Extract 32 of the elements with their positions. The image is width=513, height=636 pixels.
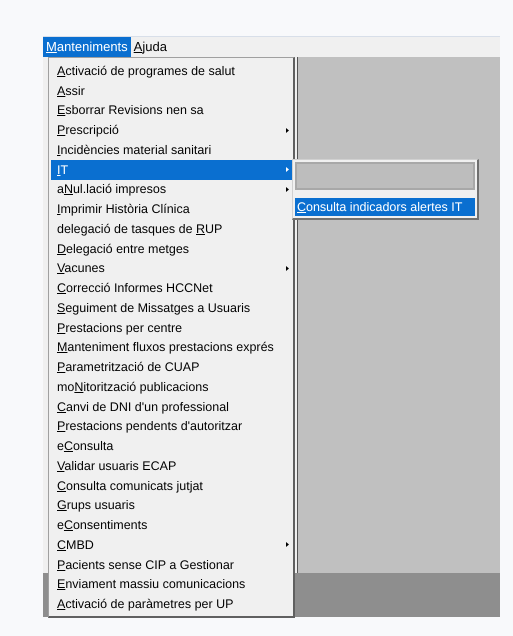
menu-item[interactable]: Parametrització de CUAP (51, 357, 293, 377)
empty-menu-item[interactable] (295, 162, 475, 190)
menu-item[interactable]: IT (51, 160, 293, 180)
menu-item[interactable]: Assir (51, 80, 293, 100)
menu-item[interactable]: Esborrar Revisions nen sa (51, 100, 293, 120)
menu-item[interactable]: Activació de programes de salut (51, 61, 293, 81)
menu-item[interactable]: aNul.lació impresos (51, 180, 293, 200)
menu-item[interactable]: Activació de paràmetres per UP (51, 594, 293, 614)
menu-item[interactable]: Incidències material sanitari (51, 140, 293, 160)
menu-item[interactable]: Canvi de DNI d'un professional (51, 396, 293, 416)
menu-item[interactable]: Prestacions pendents d'autoritzar (51, 416, 293, 436)
menu-item[interactable]: Delegació entre metges (51, 238, 293, 258)
menu-item[interactable]: CMBD (51, 535, 293, 555)
menu-item[interactable]: Correcció Informes HCCNet (51, 278, 293, 298)
menu-item[interactable]: Consulta comunicats jutjat (51, 476, 293, 496)
menu-item[interactable]: Manteniment fluxos prestacions exprés (51, 338, 293, 358)
menu-item[interactable]: Enviament massiu comunicacions (51, 574, 293, 594)
menu-item[interactable]: Prestacions per centre (51, 318, 293, 338)
menu-item[interactable]: moNitorització publicacions (51, 377, 293, 397)
menu-item[interactable]: Prescripció (51, 120, 293, 140)
menu-item[interactable]: Pacients sense CIP a Gestionar (51, 554, 293, 574)
menu-item[interactable]: eConsulta (51, 436, 293, 456)
submenu-item[interactable]: Consulta indicadors alertes IT (295, 198, 475, 216)
menu-item[interactable]: Vacunes (51, 258, 293, 278)
menu-item[interactable]: Validar usuaris ECAP (51, 456, 293, 476)
menu-bar-item[interactable]: Ajuda (130, 37, 170, 57)
menu-item[interactable]: eConsentiments (51, 515, 293, 535)
menu-bar-item[interactable]: Manteniments (43, 37, 131, 57)
menu-item[interactable]: Grups usuaris (51, 496, 293, 516)
menu-item[interactable]: Seguiment de Missatges a Usuaris (51, 298, 293, 318)
menu-item[interactable]: Imprimir Història Clínica (51, 199, 293, 219)
menu-item[interactable]: delegació de tasques de RUP (51, 219, 293, 239)
